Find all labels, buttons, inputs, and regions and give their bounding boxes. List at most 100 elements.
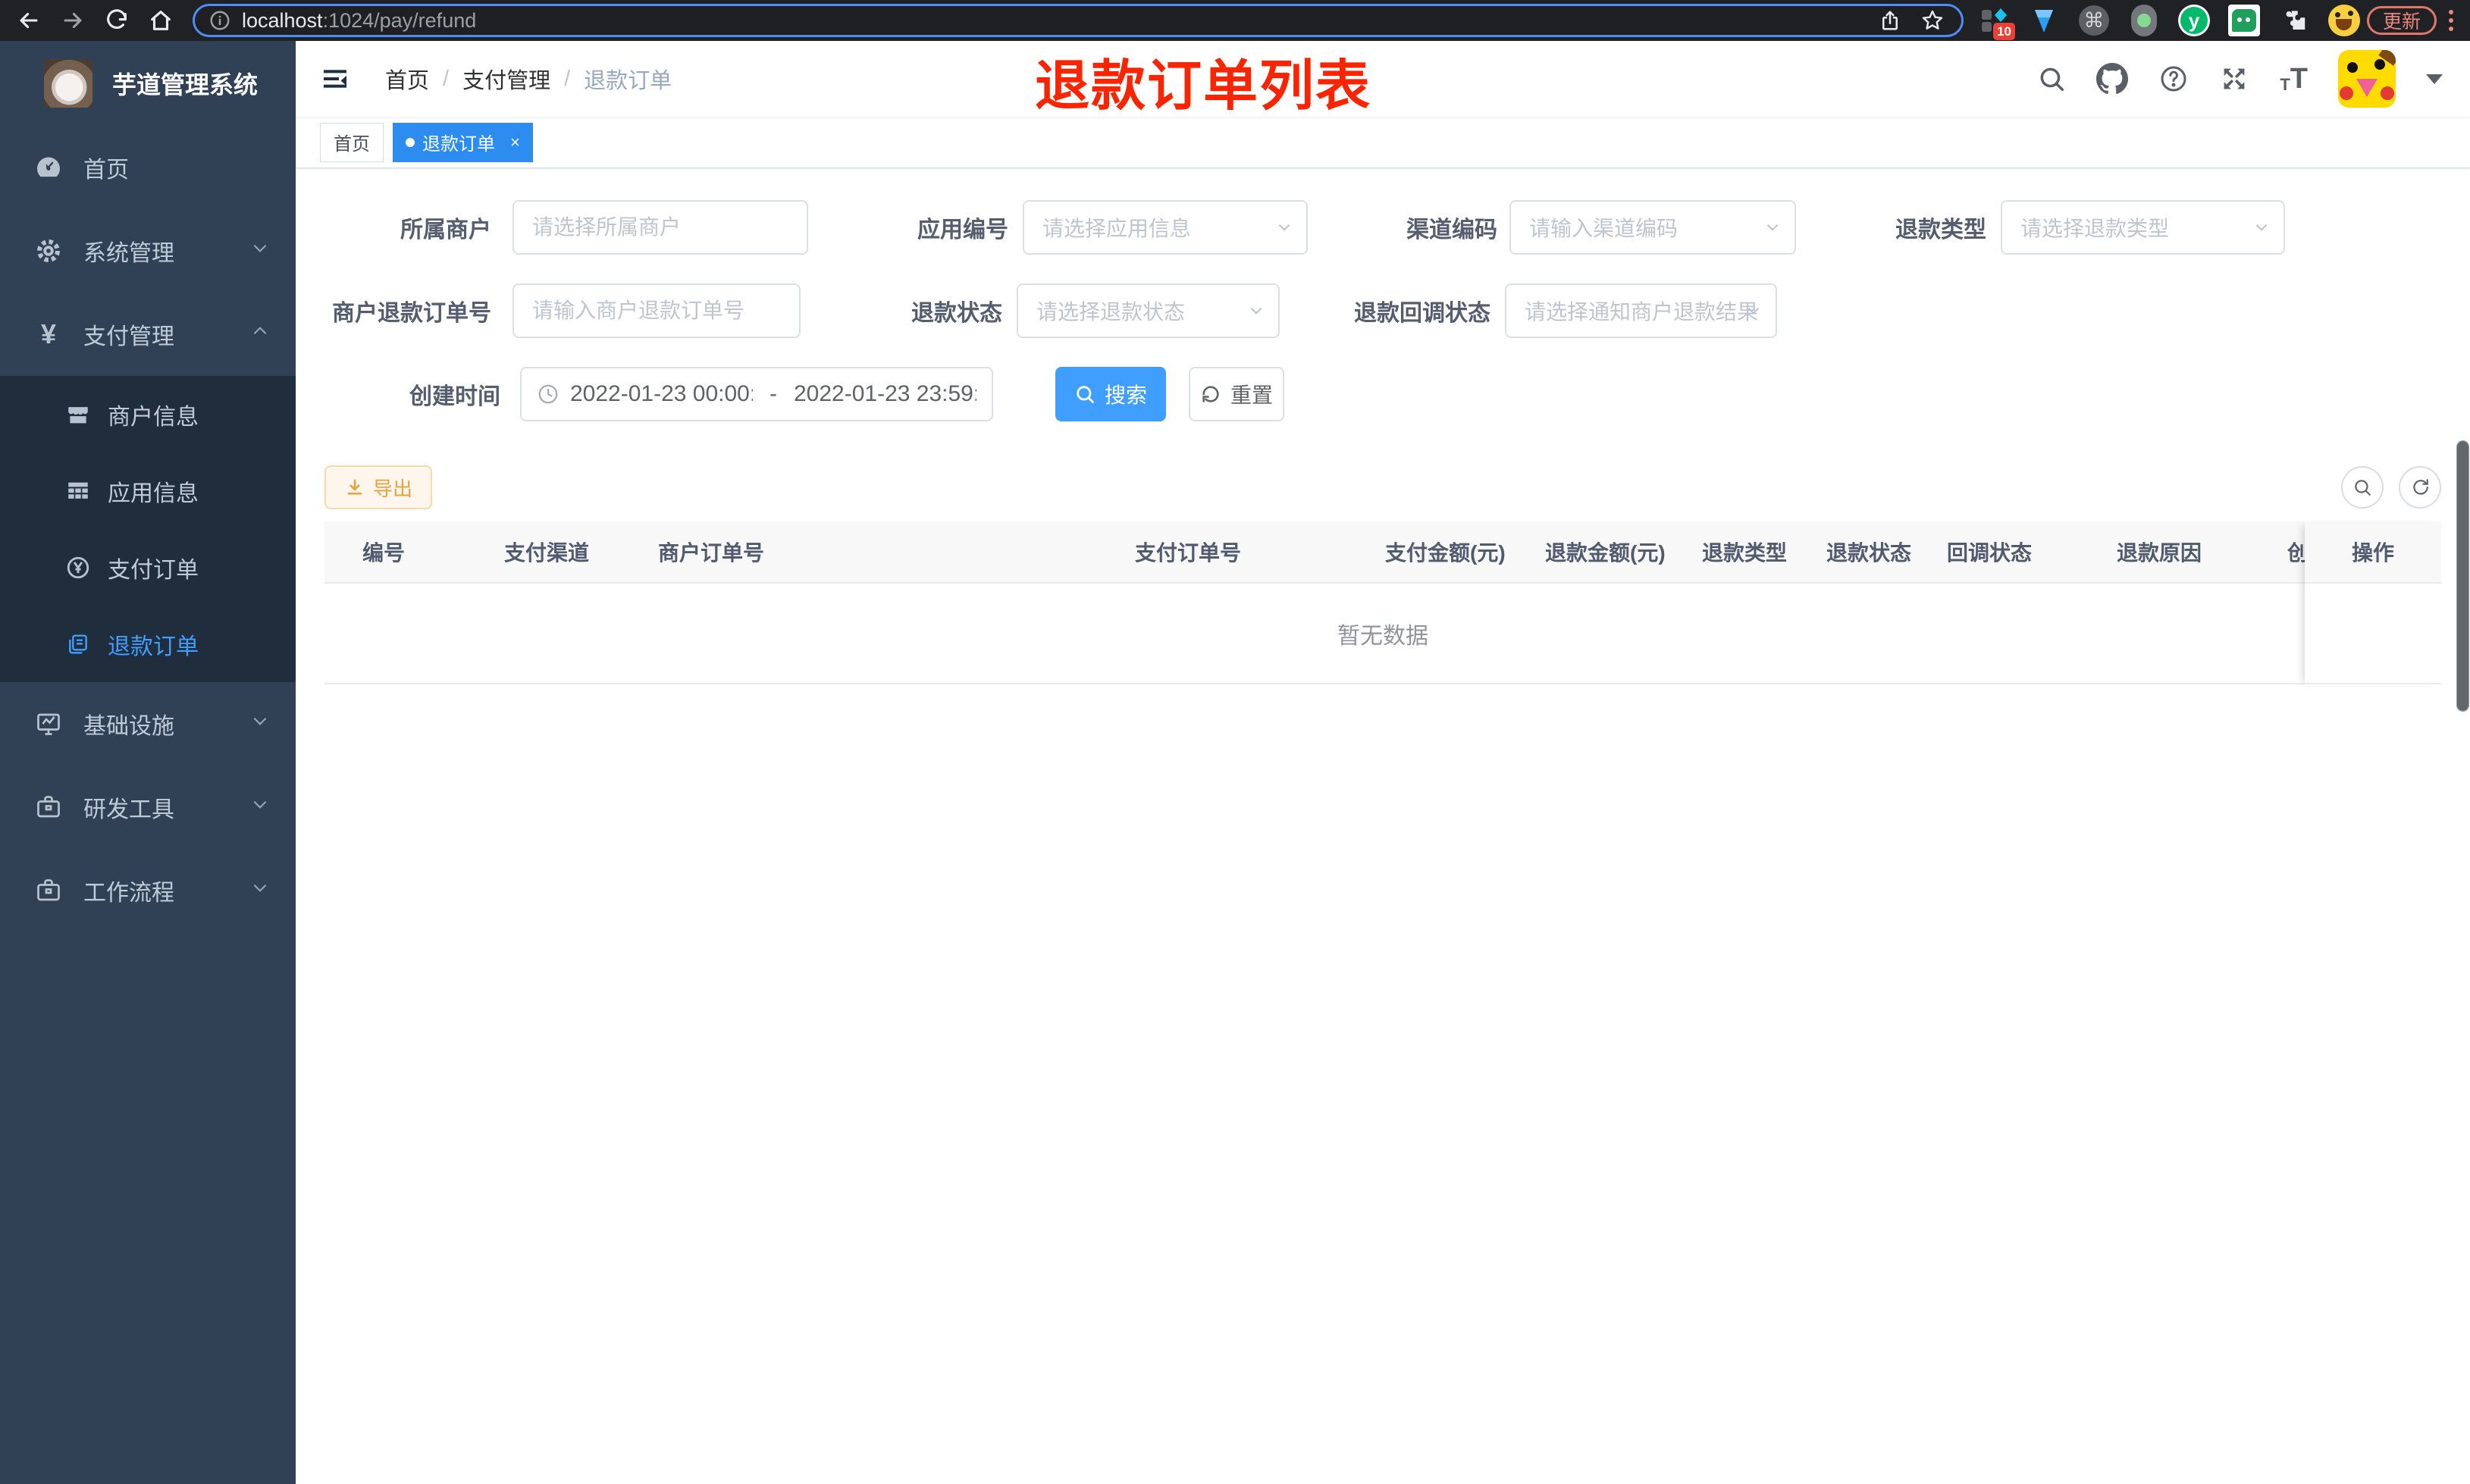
share-button[interactable] bbox=[1875, 5, 1905, 36]
sidebar-item-app-info[interactable]: 应用信息 bbox=[0, 452, 296, 529]
fullscreen-button[interactable] bbox=[2219, 64, 2249, 94]
column-header: 编号 bbox=[362, 541, 406, 565]
briefcase-icon bbox=[33, 794, 64, 821]
refund-type-label: 退款类型 bbox=[1895, 218, 1986, 243]
browser-forward-button[interactable] bbox=[56, 4, 89, 37]
column-header: 退款金额(元) bbox=[1545, 541, 1666, 565]
sidebar-item-system[interactable]: 系统管理 bbox=[0, 209, 296, 293]
app-title: 芋道管理系统 bbox=[112, 71, 259, 99]
grid-table-icon bbox=[64, 478, 92, 504]
monitor-icon bbox=[33, 710, 64, 737]
app-select[interactable]: 请选择应用信息 bbox=[1023, 200, 1308, 255]
notify-status-select[interactable]: 请选择通知商户退款结果 bbox=[1505, 283, 1777, 338]
address-bar[interactable]: localhost:1024/pay/refund bbox=[193, 4, 1964, 37]
clock-icon bbox=[537, 383, 560, 405]
header-search-button[interactable] bbox=[2037, 64, 2066, 93]
sidebar-item-pay[interactable]: ¥ 支付管理 bbox=[0, 293, 296, 376]
column-header: 商户订单号 bbox=[658, 541, 765, 565]
github-icon bbox=[2096, 63, 2129, 94]
extension-puzzle-icon[interactable] bbox=[2277, 4, 2311, 37]
filter-row-2: 商户退款订单号 退款状态 请选择退款状态 退款回调状态 请选择通知商户退款结果 bbox=[324, 283, 2441, 338]
navbar: 首页 / 支付管理 / 退款订单 退款订单列表 T T bbox=[296, 41, 2470, 117]
browser-reload-button[interactable] bbox=[100, 4, 133, 37]
column-header: 退款类型 bbox=[1702, 541, 1788, 565]
date-range-start[interactable]: 2022-01-23 00:00:00 bbox=[570, 381, 753, 407]
yen-circle-icon bbox=[64, 555, 92, 581]
table-header-row: 编号 支付渠道 商户订单号 支付订单号 支付金额(元) 退款金额(元) 退款类型… bbox=[324, 521, 2441, 584]
sidebar-item-workflow[interactable]: 工作流程 bbox=[0, 849, 296, 932]
browser-update-button[interactable]: 更新 bbox=[2366, 6, 2437, 35]
tag-refund-order[interactable]: 退款订单 × bbox=[393, 122, 533, 162]
extension-oval-icon[interactable] bbox=[2127, 4, 2161, 37]
tag-home[interactable]: 首页 bbox=[320, 122, 384, 162]
refund-type-select[interactable]: 请选择退款类型 bbox=[2001, 200, 2285, 255]
user-avatar[interactable] bbox=[2338, 50, 2396, 108]
browser-toolbar: localhost:1024/pay/refund 10 ⌘ y 更新 bbox=[0, 0, 2470, 41]
oval-extension-icon bbox=[2130, 5, 2157, 36]
sidebar-item-pay-order[interactable]: 支付订单 bbox=[0, 529, 296, 606]
download-icon bbox=[347, 479, 362, 495]
site-info-icon[interactable] bbox=[208, 9, 231, 32]
sidebar-item-label: 商户信息 bbox=[108, 404, 199, 430]
export-button-label: 导出 bbox=[373, 477, 413, 500]
sidebar-item-dev-tools[interactable]: 研发工具 bbox=[0, 765, 296, 849]
bookmark-button[interactable] bbox=[1917, 5, 1948, 36]
extension-badge: 10 bbox=[1993, 23, 2015, 40]
question-circle-icon bbox=[2161, 66, 2186, 92]
page-scrollbar[interactable] bbox=[2456, 440, 2469, 712]
date-range-end[interactable]: 2022-01-23 23:59:59 bbox=[794, 381, 976, 407]
breadcrumb-pay[interactable]: 支付管理 bbox=[462, 63, 550, 95]
extension-tabs-icon[interactable]: 10 bbox=[1977, 4, 2015, 40]
reset-button[interactable]: 重置 bbox=[1189, 367, 1284, 421]
merchant-refund-no-input-field[interactable] bbox=[514, 285, 799, 337]
refresh-table-button[interactable] bbox=[2399, 466, 2441, 509]
browser-home-button[interactable] bbox=[144, 4, 177, 37]
merchant-input-field[interactable] bbox=[514, 202, 807, 253]
extension-yuque-icon[interactable]: y bbox=[2177, 4, 2211, 37]
sidebar-item-infra[interactable]: 基础设施 bbox=[0, 682, 296, 765]
channel-code-label: 渠道编码 bbox=[1406, 218, 1497, 243]
sidebar-item-merchant-info[interactable]: 商户信息 bbox=[0, 376, 296, 452]
sidebar-item-home[interactable]: 首页 bbox=[0, 126, 296, 209]
search-button-label: 搜索 bbox=[1104, 384, 1147, 407]
sidebar-collapse-button[interactable] bbox=[318, 62, 352, 95]
github-link-button[interactable] bbox=[2096, 63, 2129, 95]
pay-submenu: 商户信息 应用信息 支付订单 退款订单 bbox=[0, 376, 296, 682]
merchant-refund-no-label: 商户退款订单号 bbox=[332, 301, 491, 326]
search-button[interactable]: 搜索 bbox=[1055, 367, 1166, 421]
browser-back-button[interactable] bbox=[12, 4, 45, 37]
notify-status-label: 退款回调状态 bbox=[1354, 301, 1490, 326]
sidebar-item-refund-order[interactable]: 退款订单 bbox=[0, 606, 296, 682]
extension-emoji-icon[interactable] bbox=[2327, 4, 2361, 37]
empty-text: 暂无数据 bbox=[1337, 623, 1428, 649]
breadcrumb-home[interactable]: 首页 bbox=[385, 63, 429, 95]
refresh-icon bbox=[1202, 386, 1219, 402]
command-extension-icon: ⌘ bbox=[2078, 5, 2109, 36]
tag-close-icon[interactable]: × bbox=[510, 133, 520, 151]
create-time-range-picker[interactable]: 2022-01-23 00:00:00 - 2022-01-23 23:59:5… bbox=[520, 367, 993, 421]
chevron-down-icon bbox=[250, 794, 270, 820]
font-size-button[interactable]: TT bbox=[2280, 64, 2308, 93]
refund-status-select[interactable]: 请选择退款状态 bbox=[1017, 283, 1280, 338]
refund-type-select-placeholder: 请选择退款类型 bbox=[2020, 217, 2170, 240]
column-header: 退款原因 bbox=[2117, 541, 2202, 565]
extension-command-icon[interactable]: ⌘ bbox=[2077, 4, 2111, 37]
toggle-search-button[interactable] bbox=[2341, 466, 2384, 509]
share-icon bbox=[1882, 11, 1898, 30]
breadcrumb-current: 退款订单 bbox=[584, 69, 672, 93]
star-icon bbox=[1922, 10, 1943, 30]
extension-balloon-icon[interactable] bbox=[2027, 4, 2061, 37]
search-icon bbox=[2040, 67, 2064, 91]
browser-menu-button[interactable] bbox=[2449, 10, 2453, 31]
export-button[interactable]: 导出 bbox=[324, 465, 433, 509]
app-logo[interactable]: 芋道管理系统 bbox=[0, 41, 296, 126]
avatar-caret-icon[interactable] bbox=[2426, 74, 2443, 84]
page-content: 所属商户 应用编号 请选择应用信息 渠道编码 请输入渠道编码 退款类型 请选择退… bbox=[296, 168, 2470, 1484]
merchant-input[interactable] bbox=[512, 200, 808, 255]
merchant-refund-no-input[interactable] bbox=[512, 283, 801, 338]
help-button[interactable] bbox=[2158, 64, 2189, 94]
extension-chat-icon[interactable] bbox=[2227, 4, 2261, 37]
tag-label: 首页 bbox=[334, 134, 370, 155]
column-header: 支付渠道 bbox=[504, 541, 590, 565]
channel-select[interactable]: 请输入渠道编码 bbox=[1509, 200, 1796, 255]
